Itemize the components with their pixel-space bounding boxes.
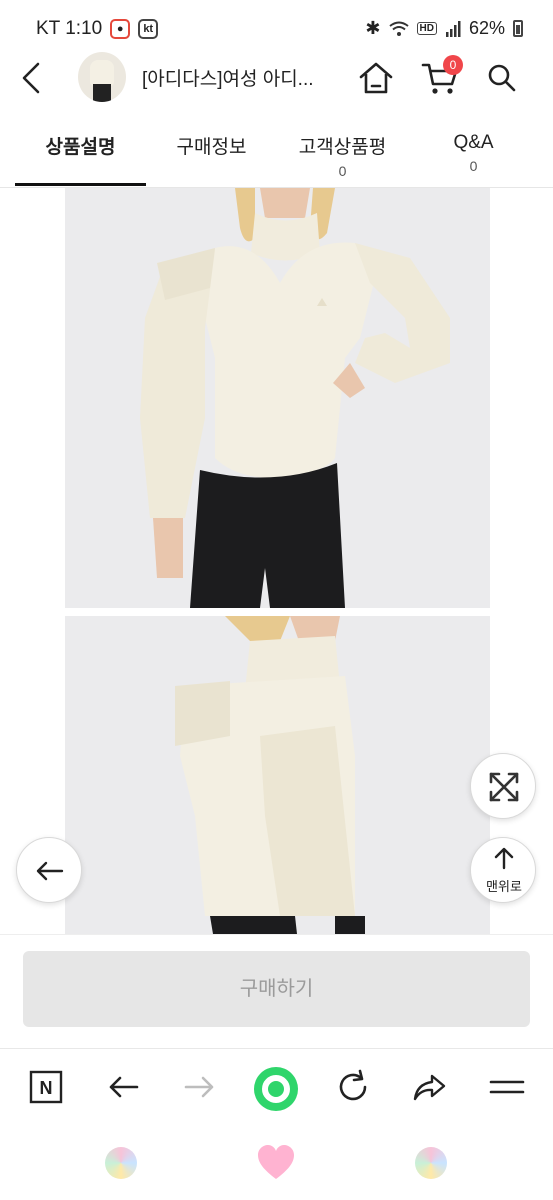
tab-reviews[interactable]: 고객상품평 0 bbox=[277, 120, 408, 186]
arrow-left-icon bbox=[36, 861, 64, 881]
carrier-time: KT 1:10 bbox=[36, 18, 103, 39]
rainbow-ball-icon[interactable] bbox=[415, 1147, 447, 1179]
status-left: KT 1:10 ● kt bbox=[36, 18, 159, 40]
tab-purchase-info[interactable]: 구매정보 bbox=[146, 120, 277, 186]
product-tabs: 상품설명 구매정보 고객상품평 0 Q&A 0 bbox=[0, 120, 553, 188]
tab-label: 상품설명 bbox=[45, 137, 116, 158]
heart-icon[interactable] bbox=[256, 1144, 296, 1182]
expand-button[interactable] bbox=[470, 753, 536, 819]
hd-icon: HD bbox=[416, 22, 437, 35]
location-pin-icon: ● bbox=[110, 19, 131, 39]
browser-toolbar: N bbox=[0, 1048, 553, 1130]
rainbow-ball-icon[interactable] bbox=[105, 1147, 137, 1179]
tab-label: Q&A bbox=[453, 132, 494, 153]
model-front-illustration bbox=[140, 188, 450, 608]
tab-count: 0 bbox=[469, 158, 478, 174]
bluetooth-icon: ✱ bbox=[365, 18, 381, 38]
thumbnail-sweater bbox=[90, 60, 114, 86]
cart-count-badge: 0 bbox=[443, 55, 463, 75]
bottom-dock bbox=[0, 1130, 553, 1200]
tab-description[interactable]: 상품설명 bbox=[15, 120, 146, 186]
tab-qa[interactable]: Q&A 0 bbox=[408, 120, 539, 186]
forward-icon[interactable] bbox=[180, 1067, 220, 1107]
status-bar: KT 1:10 ● kt ✱ HD 62% bbox=[0, 0, 553, 58]
tab-label: 고객상품평 bbox=[298, 137, 387, 158]
tab-count: 0 bbox=[338, 163, 347, 179]
battery-percent: 62% bbox=[468, 18, 505, 38]
model-back-illustration bbox=[175, 616, 365, 934]
status-right: ✱ HD 62% bbox=[365, 18, 523, 39]
naver-n-icon[interactable]: N bbox=[27, 1067, 67, 1107]
kt-badge-icon: kt bbox=[138, 19, 159, 39]
menu-icon[interactable] bbox=[487, 1067, 527, 1107]
back-arrow-icon[interactable] bbox=[16, 58, 48, 98]
search-icon[interactable] bbox=[484, 60, 520, 96]
product-image-back bbox=[65, 616, 490, 934]
buy-button[interactable]: 구매하기 bbox=[23, 951, 530, 1027]
product-thumbnail[interactable] bbox=[78, 52, 126, 102]
green-dot-icon[interactable] bbox=[252, 1065, 300, 1113]
header: [아디다스]여성 아디... 0 bbox=[0, 52, 553, 104]
signal-icon bbox=[445, 20, 461, 37]
share-icon[interactable] bbox=[410, 1067, 450, 1107]
scroll-top-label: 맨위로 bbox=[486, 879, 522, 894]
back-icon[interactable] bbox=[103, 1067, 143, 1107]
refresh-icon[interactable] bbox=[333, 1067, 373, 1107]
back-float-button[interactable] bbox=[16, 837, 82, 903]
tab-label: 구매정보 bbox=[176, 137, 247, 158]
arrow-up-icon bbox=[494, 847, 514, 870]
expand-icon bbox=[489, 772, 519, 802]
wifi-icon bbox=[388, 21, 409, 36]
battery-icon bbox=[513, 20, 523, 37]
buy-bar: 구매하기 bbox=[0, 934, 553, 1046]
home-icon[interactable] bbox=[358, 60, 394, 96]
scroll-top-button[interactable]: 맨위로 bbox=[470, 837, 536, 903]
thumbnail-pants bbox=[93, 84, 111, 102]
page-title[interactable]: [아디다스]여성 아디... bbox=[142, 64, 342, 91]
product-image-front bbox=[65, 188, 490, 608]
naver-n-label: N bbox=[40, 1078, 53, 1098]
